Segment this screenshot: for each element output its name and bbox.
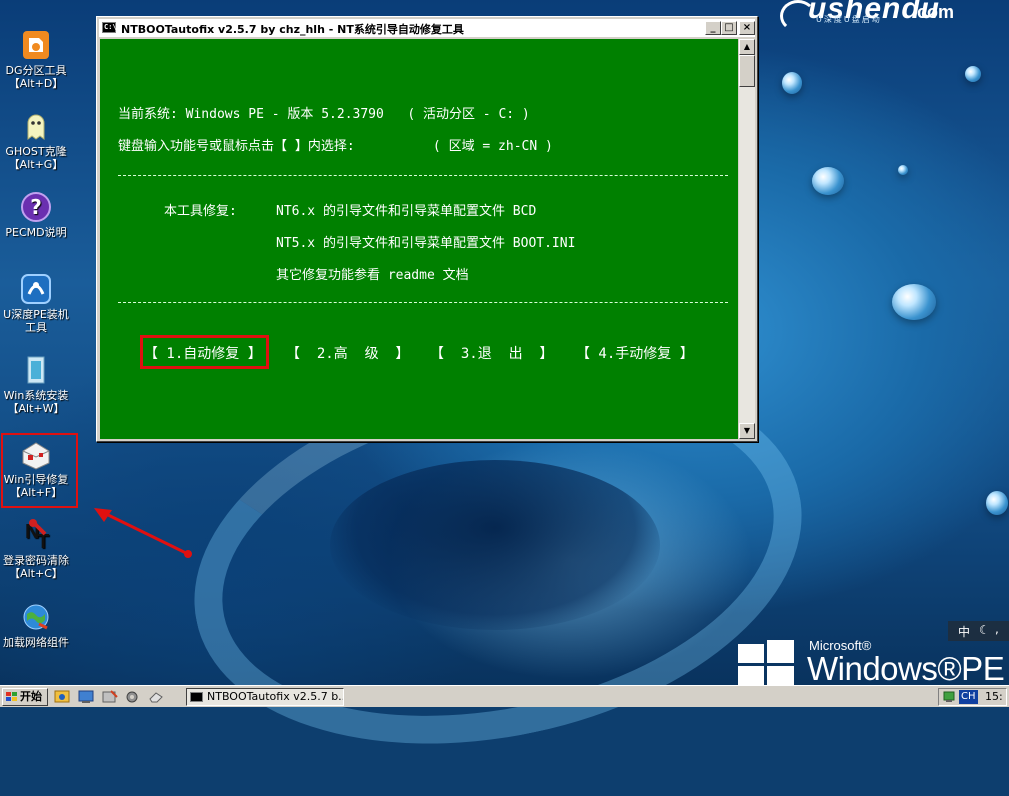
desktop-icon-ghost[interactable]: GHOST克隆 【Alt+G】 — [0, 109, 76, 171]
boot-repair-icon — [19, 437, 53, 471]
input-prompt-line: 键盘输入功能号或鼠标点击【 】内选择: ( 区域 = zh-CN ) — [118, 139, 553, 154]
dg-partition-icon — [19, 28, 53, 62]
repair-other-line: 其它修复功能参看 readme 文档 — [276, 268, 469, 283]
desktop-icon-boot-repair[interactable]: Win引导修复 【Alt+F】 — [0, 437, 76, 499]
desktop-icon-label: 加载网络组件 — [3, 636, 69, 649]
desktop-icon-label: Win系统安装 — [3, 389, 69, 402]
system-tray[interactable]: CH 15: — [938, 688, 1007, 706]
tray-lang-badge[interactable]: CH — [959, 690, 978, 704]
start-button[interactable]: 开始 — [2, 688, 48, 706]
desktop-icon-pe-installer[interactable]: U深度PE装机 工具 — [0, 272, 76, 334]
console-app-icon — [190, 692, 203, 702]
water-drop — [892, 284, 936, 320]
ghost-clone-icon — [19, 109, 53, 143]
separator-line — [118, 175, 728, 176]
menu-manual-repair[interactable]: 【 4.手动修复 】 — [576, 343, 694, 363]
water-drop — [898, 165, 908, 175]
desktop-icon-network[interactable]: 加载网络组件 — [0, 600, 76, 649]
comma-icon: , — [995, 622, 999, 636]
menu-advanced[interactable]: 【 2.高 级 】 — [286, 343, 409, 363]
maximize-button[interactable]: □ — [721, 21, 737, 35]
scroll-thumb[interactable] — [739, 55, 755, 87]
water-drop — [986, 491, 1008, 515]
minimize-button[interactable]: _ — [705, 21, 721, 35]
desktop-icon-shortcut: 【Alt+G】 — [8, 158, 64, 171]
water-drop — [812, 167, 844, 195]
water-drop — [782, 72, 802, 94]
taskbar: 开始 NTBOOTautofix v2.5.7 b... CH 15: — [0, 685, 1009, 707]
svg-text:?: ? — [30, 195, 42, 219]
scroll-down-icon[interactable]: ▼ — [739, 423, 755, 439]
menu-auto-repair[interactable]: 【 1.自动修复 】 — [144, 343, 262, 363]
desktop-icon-shortcut: 工具 — [25, 321, 47, 334]
desktop-icon-label: GHOST克隆 — [5, 145, 67, 158]
language-bar[interactable]: 中 ☾ , — [948, 621, 1009, 641]
desktop-icon-label: U深度PE装机 — [3, 308, 69, 321]
repair-nt5-line: NT5.x 的引导文件和引导菜单配置文件 BOOT.INI — [276, 236, 576, 251]
desktop-icon-dg[interactable]: DG分区工具 【Alt+D】 — [0, 28, 76, 90]
repair-label: 本工具修复: — [164, 204, 237, 219]
taskbar-item-label: NTBOOTautofix v2.5.7 b... — [207, 690, 344, 703]
annotation-arrow — [94, 508, 192, 558]
network-icon — [19, 600, 53, 634]
brand-domain: .com — [912, 2, 955, 22]
explorer-quicklaunch-icon[interactable] — [54, 689, 70, 704]
desktop-icon-label: 登录密码清除 — [3, 554, 69, 567]
scroll-up-icon[interactable]: ▲ — [739, 39, 755, 55]
vertical-scrollbar[interactable]: ▲ ▼ — [739, 39, 755, 439]
settings-quicklaunch-icon[interactable] — [124, 689, 140, 704]
desktop-icon-shortcut: 【Alt+W】 — [7, 402, 65, 415]
windows-flag-icon — [6, 692, 17, 702]
start-label: 开始 — [20, 690, 42, 703]
repair-nt6-line: NT6.x 的引导文件和引导菜单配置文件 BCD — [276, 204, 537, 219]
network-quicklaunch-icon[interactable] — [78, 689, 94, 704]
desktop-icon-pecmd[interactable]: ? PECMD说明 — [0, 190, 76, 239]
moon-icon: ☾ — [979, 623, 990, 637]
desktop-icon-label: Win引导修复 — [3, 473, 69, 486]
tools-quicklaunch-icon[interactable] — [102, 689, 118, 704]
desktop-icon-password-clear[interactable]: NT 登录密码清除 【Alt+C】 — [0, 518, 76, 580]
console-app-icon: C:\ — [102, 22, 117, 33]
water-drop — [965, 66, 981, 82]
windows-pe-logo: Microsoft® Windows®PE — [738, 636, 1008, 687]
pe-installer-icon — [19, 272, 53, 306]
ntbootautofix-window[interactable]: C:\ NTBOOTautofix v2.5.7 by chz_hlh - NT… — [96, 16, 758, 442]
eraser-quicklaunch-icon[interactable] — [148, 689, 164, 704]
desktop-icon-label: PECMD说明 — [5, 226, 67, 239]
win-install-icon — [19, 353, 53, 387]
menu-exit[interactable]: 【 3.退 出 】 — [430, 343, 553, 363]
ime-chinese-label: 中 — [958, 625, 971, 639]
current-system-line: 当前系统: Windows PE - 版本 5.2.3790 ( 活动分区 - … — [118, 107, 530, 122]
separator-line — [118, 302, 728, 303]
desktop-icon-shortcut: 【Alt+C】 — [9, 567, 63, 580]
brand-logo: ushendu .com U深度U盘启动 — [780, 0, 1009, 32]
tray-clock[interactable]: 15: — [985, 689, 1003, 705]
window-title: NTBOOTautofix v2.5.7 by chz_hlh - NT系统引导… — [121, 23, 464, 36]
console-area[interactable]: 当前系统: Windows PE - 版本 5.2.3790 ( 活动分区 - … — [100, 39, 738, 439]
desktop-icon-win-install[interactable]: Win系统安装 【Alt+W】 — [0, 353, 76, 415]
brand-slogan: U深度U盘启动 — [816, 15, 882, 24]
close-button[interactable]: × — [739, 21, 755, 35]
desktop-icon-shortcut: 【Alt+F】 — [9, 486, 63, 499]
windows-pe-label: Windows®PE — [807, 650, 1005, 687]
taskbar-item-ntbootautofix[interactable]: NTBOOTautofix v2.5.7 b... — [186, 688, 344, 706]
password-clear-icon: NT — [19, 518, 53, 553]
help-icon: ? — [19, 190, 53, 224]
desktop-icon-label: DG分区工具 — [5, 64, 67, 77]
tray-network-icon[interactable] — [943, 691, 955, 703]
water-splash-core — [330, 460, 660, 630]
desktop-icon-shortcut: 【Alt+D】 — [8, 77, 64, 90]
windows-flag-icon — [738, 640, 794, 687]
window-titlebar[interactable]: C:\ NTBOOTautofix v2.5.7 by chz_hlh - NT… — [99, 19, 755, 37]
